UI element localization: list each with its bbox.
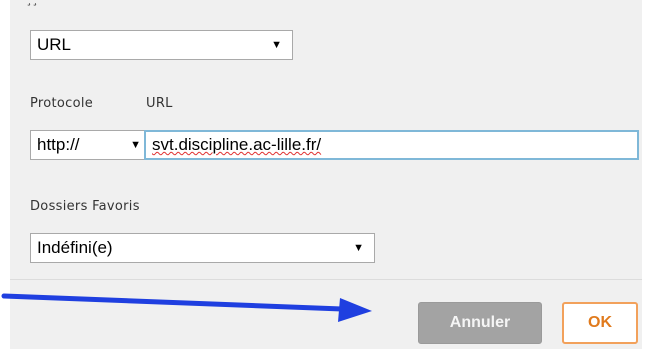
footer-divider <box>10 279 642 280</box>
chevron-down-icon: ▼ <box>271 39 282 51</box>
chevron-down-icon: ▼ <box>353 242 364 254</box>
protocol-label: Protocole <box>30 96 94 111</box>
bookmark-dialog: ¸¸ URL ▼ Protocole URL http:// ▼ svt.dis… <box>10 0 642 349</box>
favorites-select[interactable]: Indéfini(e) ▼ <box>30 233 375 263</box>
favorites-label: Dossiers Favoris <box>30 199 140 214</box>
type-select[interactable]: URL ▼ <box>30 30 293 60</box>
url-input[interactable]: svt.discipline.ac-lille.fr/ <box>144 130 639 160</box>
favorites-select-value: Indéfini(e) <box>37 238 113 257</box>
protocol-select-value: http:// <box>37 135 80 154</box>
cancel-button[interactable]: Annuler <box>418 302 542 344</box>
chevron-down-icon: ▼ <box>130 139 141 151</box>
ok-button[interactable]: OK <box>562 302 638 344</box>
type-select-value: URL <box>37 35 72 54</box>
protocol-select[interactable]: http:// ▼ <box>30 130 152 160</box>
url-label: URL <box>146 96 173 111</box>
type-label-cropped: ¸¸ <box>26 0 38 6</box>
url-input-value: svt.discipline.ac-lille.fr/ <box>152 135 322 154</box>
